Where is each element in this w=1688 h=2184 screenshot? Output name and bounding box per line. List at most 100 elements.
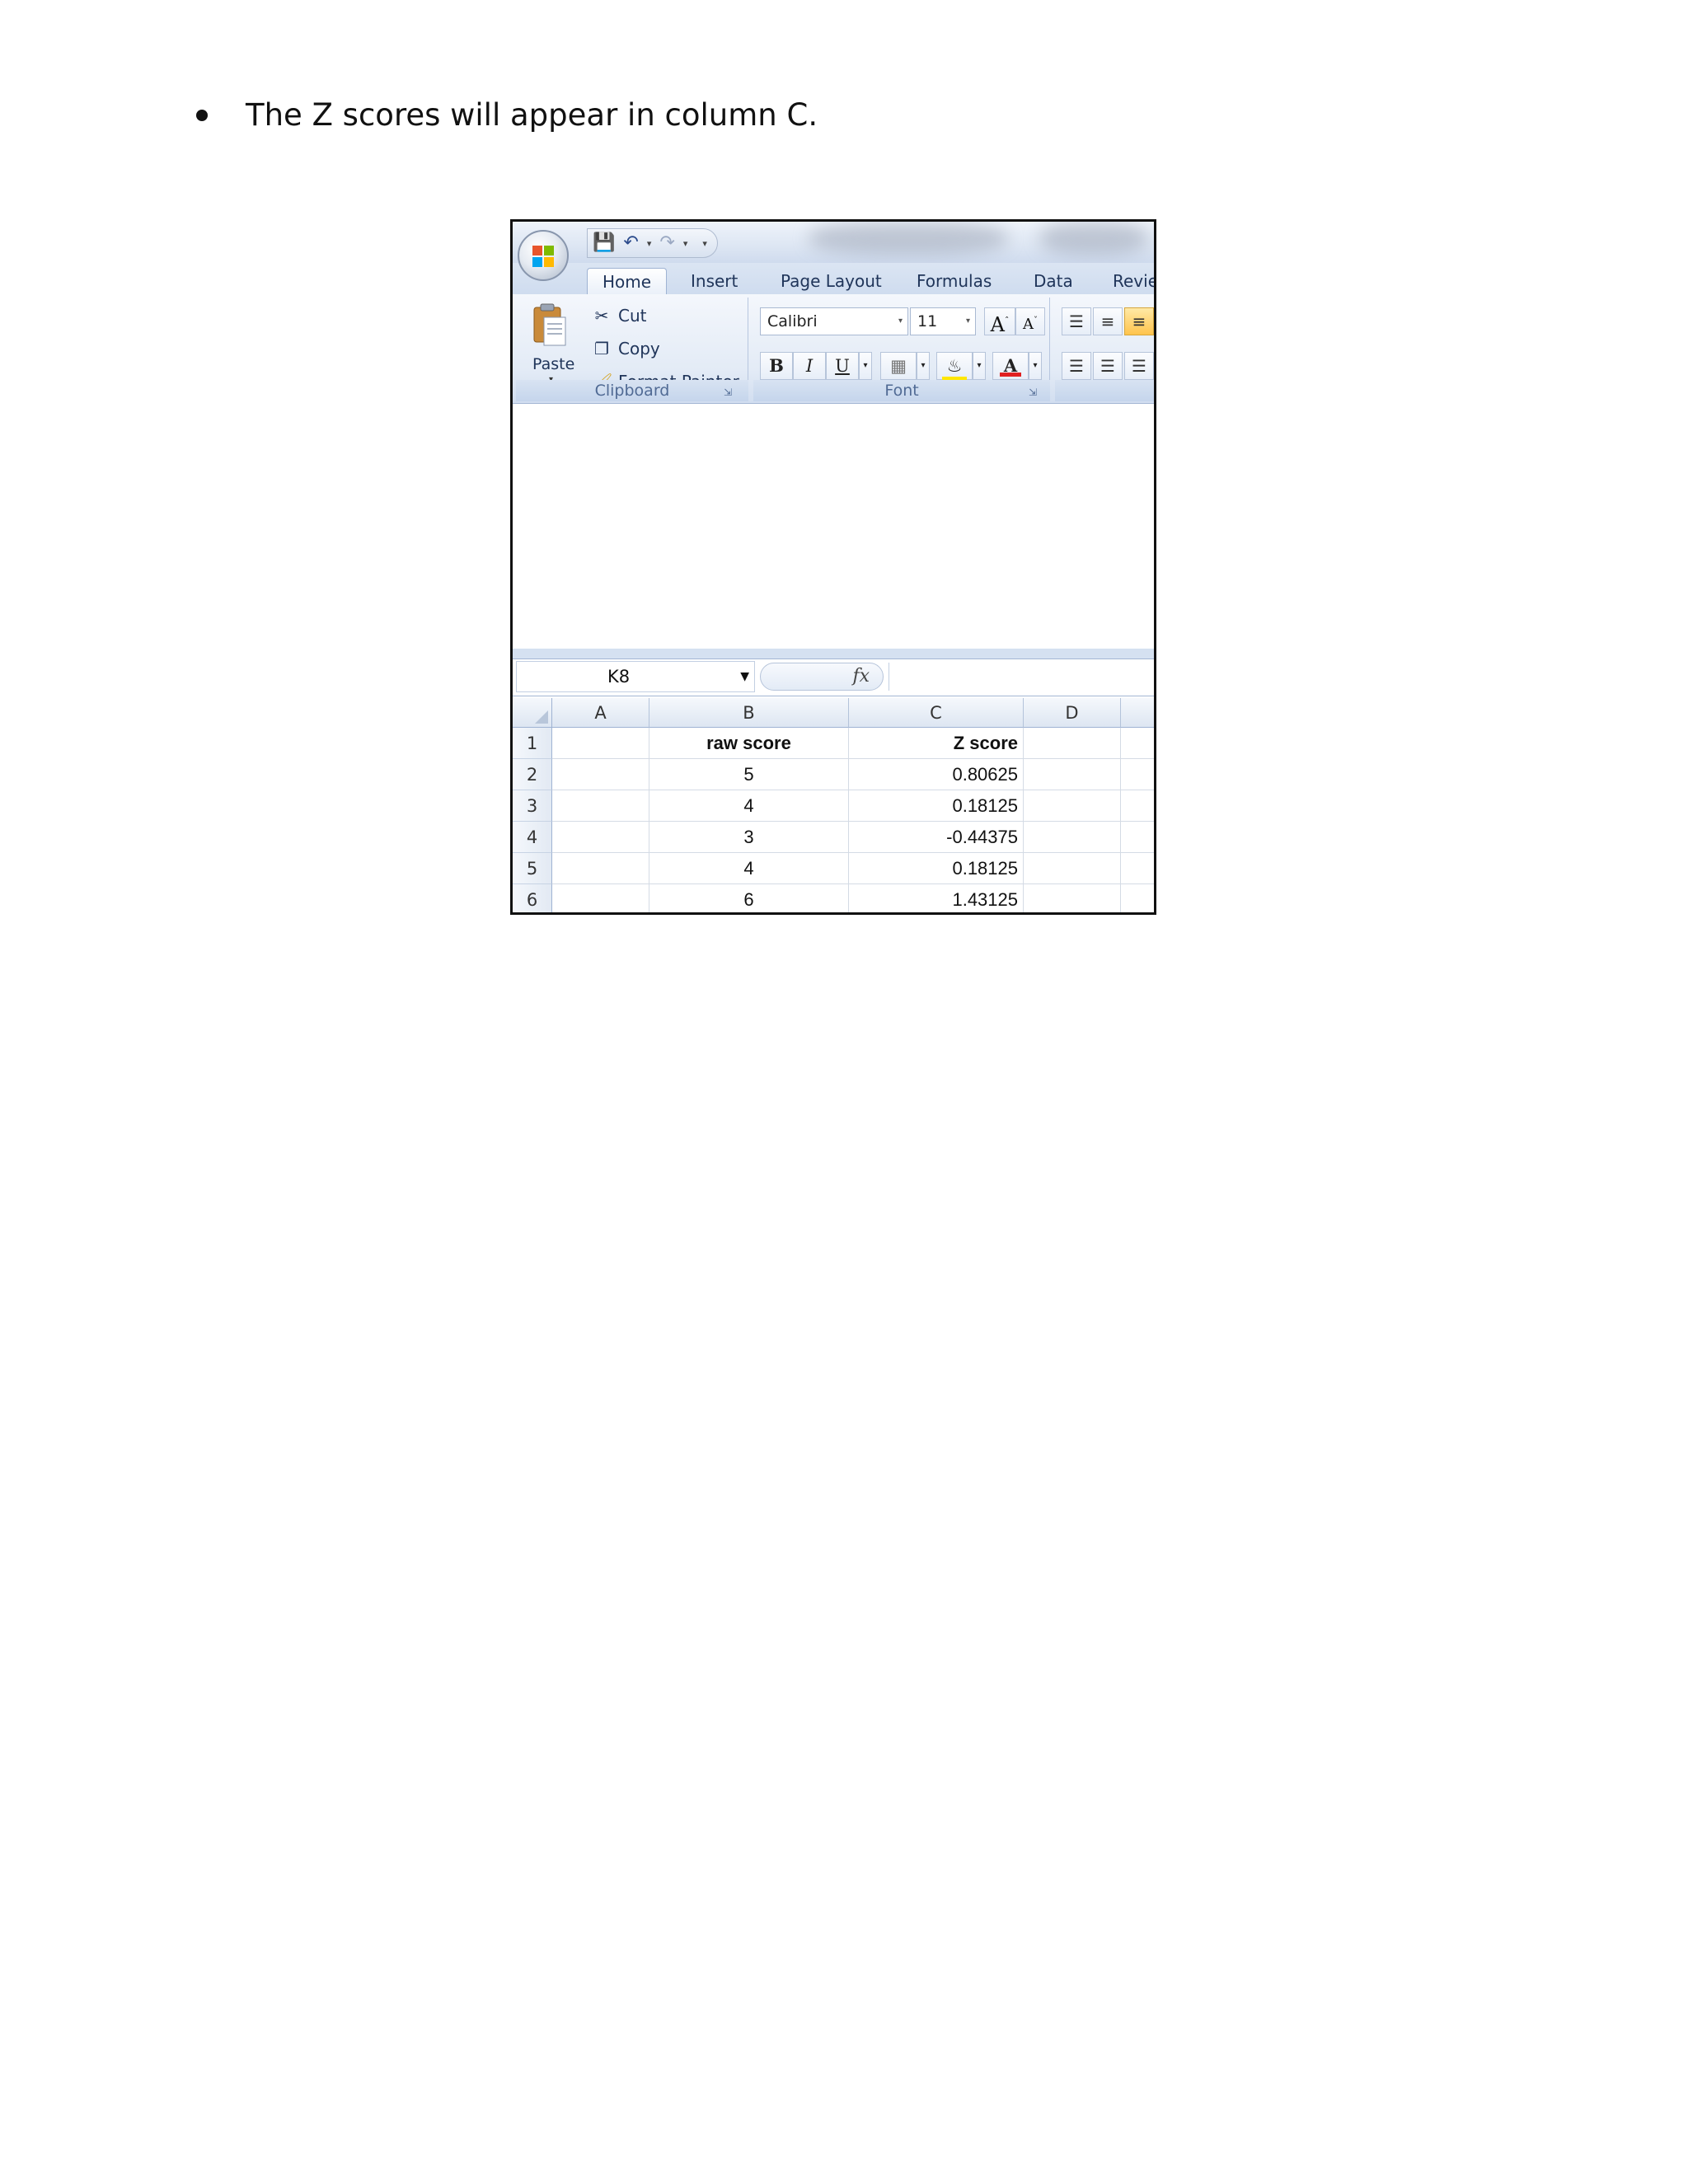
column-header-e[interactable] [1121, 698, 1154, 728]
table-cell[interactable] [1024, 853, 1121, 884]
formula-bar-strip [513, 649, 1154, 658]
table-cell[interactable] [1024, 822, 1121, 853]
borders-dropdown[interactable]: ▾ [917, 352, 930, 380]
align-bottom-icon[interactable]: ≡ [1124, 307, 1154, 335]
z-score-cell[interactable]: -0.44375 [849, 822, 1024, 853]
column-header-c[interactable]: C [849, 698, 1024, 728]
raw-score-cell[interactable]: 4 [649, 853, 849, 884]
shrink-font-button[interactable]: Aˇ [1015, 307, 1045, 335]
select-all-button[interactable] [513, 698, 552, 728]
bullet-text: The Z scores will appear in column C. [246, 97, 818, 133]
table-cell[interactable] [1121, 790, 1154, 822]
copy-label: Copy [618, 339, 660, 359]
table-cell[interactable] [1024, 790, 1121, 822]
align-center-icon[interactable]: ☰ [1093, 352, 1123, 380]
row-header[interactable]: 6 [513, 884, 552, 912]
table-cell[interactable] [552, 822, 649, 853]
tab-home[interactable]: Home [587, 268, 668, 294]
copy-button[interactable]: ❐ Copy [592, 339, 660, 359]
align-top-icon[interactable]: ☰ [1062, 307, 1091, 335]
bullet-item: The Z scores will appear in column C. [196, 97, 818, 133]
row-header[interactable]: 3 [513, 790, 552, 822]
font-color-swatch [1000, 373, 1021, 377]
tab-data[interactable]: Data [1034, 268, 1073, 294]
tab-page-layout[interactable]: Page Layout [781, 268, 882, 294]
italic-button[interactable]: I [793, 352, 826, 380]
chevron-down-icon[interactable]: ▾ [683, 238, 688, 249]
paste-icon[interactable] [531, 302, 569, 349]
bold-button[interactable]: B [760, 352, 793, 380]
title-bar: 💾 ↶ ▾ ↷ ▾ ▾ [513, 222, 1154, 263]
table-cell[interactable] [552, 790, 649, 822]
table-cell[interactable] [1121, 822, 1154, 853]
cell-b1[interactable]: raw score [649, 728, 849, 759]
column-header-d[interactable]: D [1024, 698, 1121, 728]
align-right-icon[interactable]: ☰ [1124, 352, 1154, 380]
scissors-icon: ✂ [594, 306, 609, 326]
name-box[interactable]: K8 ▼ [516, 661, 755, 692]
table-cell[interactable] [552, 853, 649, 884]
z-score-cell[interactable]: 0.18125 [849, 790, 1024, 822]
grow-font-button[interactable]: Aˆ [984, 307, 1015, 336]
table-cell[interactable] [1024, 759, 1121, 790]
cell-a1[interactable] [552, 728, 649, 759]
tab-formulas[interactable]: Formulas [917, 268, 992, 294]
office-button[interactable] [518, 230, 569, 281]
office-logo-icon [532, 246, 554, 267]
row-header[interactable]: 5 [513, 853, 552, 884]
column-header-a[interactable]: A [552, 698, 649, 728]
font-size-value: 11 [917, 312, 938, 330]
font-color-button[interactable]: A [992, 352, 1029, 380]
row-header[interactable]: 1 [513, 728, 552, 759]
table-cell[interactable] [1121, 853, 1154, 884]
cut-button[interactable]: ✂ Cut [592, 306, 647, 326]
table-cell[interactable] [552, 759, 649, 790]
fill-color-dropdown[interactable]: ▾ [973, 352, 986, 380]
tab-review[interactable]: Revie [1113, 268, 1154, 294]
underline-dropdown[interactable]: ▾ [859, 352, 872, 380]
z-score-cell[interactable]: 0.18125 [849, 853, 1024, 884]
align-middle-icon[interactable]: ≡ [1093, 307, 1123, 335]
caret-down-icon: ˇ [1034, 316, 1038, 326]
name-box-value: K8 [607, 667, 631, 687]
save-icon[interactable]: 💾 [593, 234, 615, 252]
dialog-launcher-icon[interactable]: ⇲ [724, 387, 732, 398]
customize-qat-icon[interactable]: ▾ [702, 238, 707, 249]
font-size-select[interactable]: 11 ▾ [910, 307, 976, 335]
align-left-icon[interactable]: ☰ [1062, 352, 1091, 380]
raw-score-cell[interactable]: 5 [649, 759, 849, 790]
row-header[interactable]: 2 [513, 759, 552, 790]
font-name-value: Calibri [767, 312, 818, 330]
z-score-cell[interactable]: 1.43125 [849, 884, 1024, 912]
paste-button[interactable]: Paste [532, 355, 574, 373]
chevron-down-icon: ▾ [965, 316, 970, 326]
cell-d1[interactable] [1024, 728, 1121, 759]
table-cell[interactable] [552, 884, 649, 912]
table-cell[interactable] [1121, 759, 1154, 790]
row-header[interactable]: 4 [513, 822, 552, 853]
fill-color-icon[interactable]: ♨ [936, 352, 973, 381]
borders-icon[interactable]: ▦ [880, 352, 917, 380]
cell-e1[interactable] [1121, 728, 1154, 759]
tab-insert[interactable]: Insert [691, 268, 738, 294]
cell-c1[interactable]: Z score [849, 728, 1024, 759]
column-header-b[interactable]: B [649, 698, 849, 728]
chevron-down-icon[interactable]: ▾ [647, 238, 652, 249]
chevron-down-icon[interactable]: ▼ [740, 662, 749, 691]
table-cell[interactable] [1024, 884, 1121, 912]
z-score-cell[interactable]: 0.80625 [849, 759, 1024, 790]
title-blur [1040, 222, 1147, 255]
raw-score-cell[interactable]: 4 [649, 790, 849, 822]
font-name-select[interactable]: Calibri ▾ [760, 307, 908, 335]
underline-button[interactable]: U [826, 352, 859, 380]
table-cell[interactable] [1121, 884, 1154, 912]
raw-score-cell[interactable]: 6 [649, 884, 849, 912]
fx-icon[interactable]: fx [852, 663, 870, 690]
raw-score-cell[interactable]: 3 [649, 822, 849, 853]
clipboard-group-label: Clipboard [516, 380, 748, 401]
redo-icon[interactable]: ↷ [659, 234, 674, 252]
dialog-launcher-icon[interactable]: ⇲ [1029, 387, 1037, 398]
font-color-dropdown[interactable]: ▾ [1029, 352, 1042, 380]
undo-icon[interactable]: ↶ [623, 234, 638, 252]
formula-input[interactable] [889, 663, 1154, 691]
